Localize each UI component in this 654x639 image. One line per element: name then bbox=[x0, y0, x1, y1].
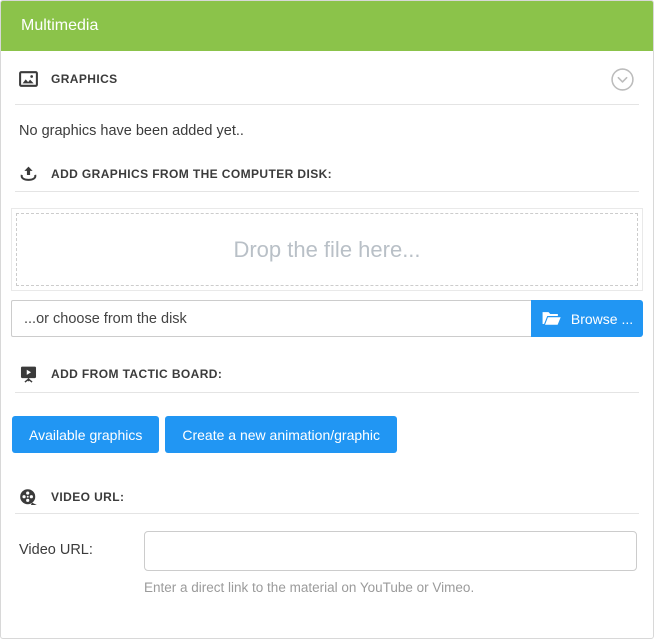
graphics-empty-message: No graphics have been added yet.. bbox=[19, 123, 643, 139]
available-graphics-button[interactable]: Available graphics bbox=[12, 416, 159, 453]
tactic-board-title: ADD FROM TACTIC BOARD: bbox=[51, 367, 222, 381]
section-tactic-board-header: ADD FROM TACTIC BOARD: bbox=[11, 365, 643, 383]
folder-open-icon bbox=[541, 310, 562, 327]
divider bbox=[15, 104, 639, 105]
file-path-input[interactable] bbox=[11, 300, 531, 337]
graphics-title: GRAPHICS bbox=[51, 72, 118, 86]
panel-title: Multimedia bbox=[21, 17, 98, 35]
create-animation-button[interactable]: Create a new animation/graphic bbox=[165, 416, 397, 453]
dropzone-text: Drop the file here... bbox=[233, 237, 420, 263]
panel-body: GRAPHICS No graphics have been added yet… bbox=[1, 64, 653, 595]
chevron-down-icon[interactable] bbox=[610, 67, 635, 92]
multimedia-panel: Multimedia GRAPHICS bbox=[0, 0, 654, 639]
graphics-heading: GRAPHICS bbox=[19, 71, 118, 87]
upload-icon bbox=[19, 165, 38, 184]
video-url-row: Video URL: Enter a direct link to the ma… bbox=[11, 531, 643, 595]
panel-header: Multimedia bbox=[1, 1, 653, 51]
image-icon bbox=[19, 71, 38, 87]
browse-button[interactable]: Browse ... bbox=[531, 300, 643, 337]
section-add-from-disk-header: ADD GRAPHICS FROM THE COMPUTER DISK: bbox=[11, 165, 643, 183]
video-url-field: Enter a direct link to the material on Y… bbox=[144, 531, 637, 595]
add-from-disk-title: ADD GRAPHICS FROM THE COMPUTER DISK: bbox=[51, 167, 332, 181]
browse-button-label: Browse ... bbox=[571, 311, 633, 327]
divider bbox=[15, 392, 639, 393]
section-graphics-header[interactable]: GRAPHICS bbox=[11, 64, 643, 94]
divider bbox=[15, 191, 639, 192]
video-url-label: Video URL: bbox=[19, 531, 144, 558]
tactic-board-buttons: Available graphics Create a new animatio… bbox=[11, 416, 643, 453]
file-dropzone[interactable]: Drop the file here... bbox=[11, 208, 643, 291]
film-reel-icon bbox=[19, 488, 38, 507]
tactic-board-icon bbox=[19, 365, 38, 384]
video-url-title: VIDEO URL: bbox=[51, 490, 124, 504]
section-video-url-header: VIDEO URL: bbox=[11, 488, 643, 506]
video-url-input[interactable] bbox=[144, 531, 637, 571]
dropzone-inner: Drop the file here... bbox=[16, 213, 638, 286]
file-picker-group: Browse ... bbox=[11, 300, 643, 337]
video-url-help-text: Enter a direct link to the material on Y… bbox=[144, 580, 637, 595]
divider bbox=[15, 513, 639, 514]
